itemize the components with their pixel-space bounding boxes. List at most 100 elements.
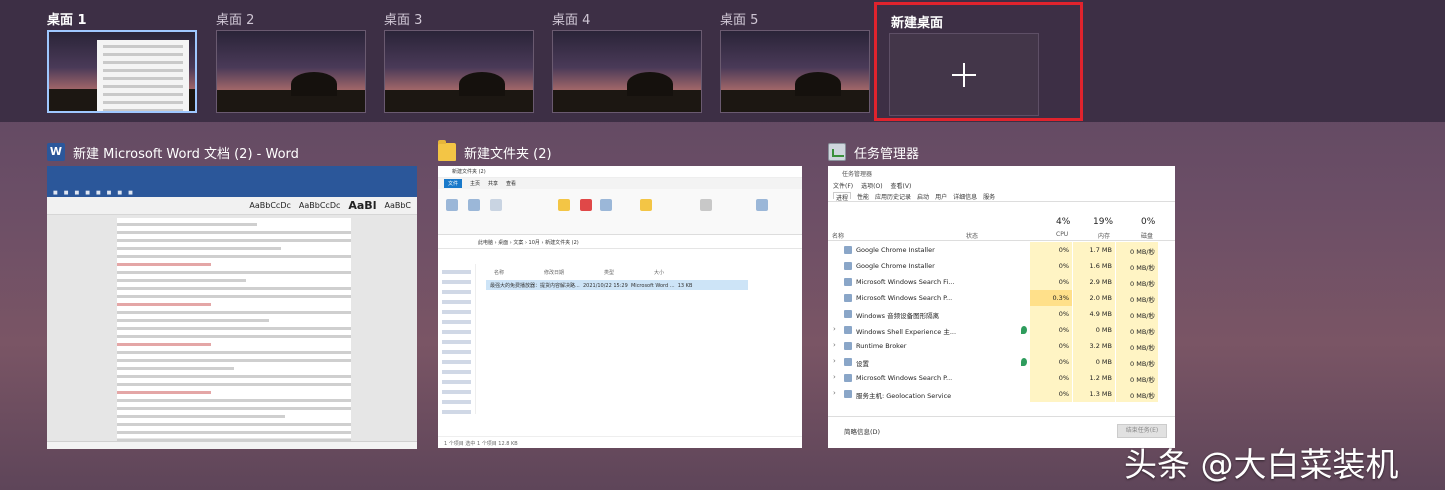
process-cpu: 0.3%	[1030, 290, 1072, 306]
desktop-label: 桌面 3	[384, 13, 423, 28]
column-header[interactable]: 类型	[604, 269, 614, 278]
process-cpu: 0%	[1030, 338, 1072, 354]
window-preview	[97, 40, 189, 111]
process-disk: 0 MB/秒	[1116, 322, 1158, 338]
process-icon	[844, 278, 852, 286]
process-cpu: 0%	[1030, 274, 1072, 290]
ribbon-tab[interactable]: 查看	[506, 180, 516, 187]
tab-details[interactable]: 详细信息	[953, 192, 977, 201]
explorer-inner-title: 新建文件夹 (2)	[438, 166, 802, 178]
column-header[interactable]: 修改日期	[544, 269, 564, 278]
end-task-button[interactable]: 结束任务(E)	[1117, 424, 1167, 438]
process-row[interactable]: › 服务主机: Geolocation Service 0% 1.3 MB 0 MB/秒	[828, 386, 1175, 402]
process-disk: 0 MB/秒	[1116, 242, 1158, 258]
process-row[interactable]: Google Chrome Installer 0% 1.6 MB 0 MB/秒	[828, 258, 1175, 274]
process-icon	[844, 374, 852, 382]
process-cpu: 0%	[1030, 306, 1072, 322]
fewer-details-button[interactable]: 简略信息(D)	[844, 426, 880, 436]
column-cpu[interactable]: CPU	[1056, 231, 1068, 238]
column-header[interactable]: 名称	[494, 269, 504, 278]
folder-icon	[438, 140, 456, 161]
expand-chevron-icon[interactable]: ›	[833, 389, 836, 397]
process-memory: 4.9 MB	[1073, 306, 1115, 322]
menu-item[interactable]: 查看(V)	[891, 181, 912, 190]
ribbon-tab[interactable]: 文件	[444, 179, 463, 188]
desktop-label: 桌面 2	[216, 13, 255, 28]
process-disk: 0 MB/秒	[1116, 274, 1158, 290]
column-name[interactable]: 名称	[832, 231, 844, 240]
tab-processes[interactable]: 进程	[833, 192, 852, 202]
desktop-thumbnail[interactable]	[384, 30, 534, 113]
process-disk: 0 MB/秒	[1116, 370, 1158, 386]
address-bar[interactable]: 此电脑 › 桌面 › 文案 › 10月 › 新建文件夹 (2)	[438, 235, 802, 249]
desktop-thumbnail[interactable]	[216, 30, 366, 113]
new-desktop-button[interactable]	[889, 33, 1039, 116]
file-type: Microsoft Word ...	[630, 283, 675, 289]
process-row[interactable]: Google Chrome Installer 0% 1.7 MB 0 MB/秒	[828, 242, 1175, 258]
tab-app-history[interactable]: 应用历史记录	[875, 192, 911, 201]
process-memory: 2.9 MB	[1073, 274, 1115, 290]
menu-item[interactable]: 文件(F)	[833, 181, 853, 190]
process-cpu: 0%	[1030, 258, 1072, 274]
process-icon	[844, 310, 852, 318]
process-cpu: 0%	[1030, 242, 1072, 258]
tab-startup[interactable]: 启动	[917, 192, 929, 201]
process-memory: 1.2 MB	[1073, 370, 1115, 386]
new-desktop[interactable]: 新建桌面	[874, 2, 1083, 121]
process-name: Windows 音频设备图形隔离	[856, 312, 940, 320]
process-row[interactable]: Windows 音频设备图形隔离 0% 4.9 MB 0 MB/秒	[828, 306, 1175, 322]
desktop-label: 桌面 4	[552, 13, 591, 28]
process-row[interactable]: › 设置 0% 0 MB 0 MB/秒	[828, 354, 1175, 370]
new-desktop-label: 新建桌面	[891, 16, 944, 31]
window-preview-word[interactable]: ■ ■ ■ ■ ■ ■ ■ ■ AaBbCcDc AaBbCcDc AaBl AaBbC	[47, 166, 417, 449]
expand-chevron-icon[interactable]: ›	[833, 325, 836, 333]
file-date: 2021/10/22 15:29	[582, 283, 628, 289]
process-disk: 0 MB/秒	[1116, 258, 1158, 274]
expand-chevron-icon[interactable]: ›	[833, 341, 836, 349]
process-row[interactable]: › Windows Shell Experience 主... 0% 0 MB 0 MB…	[828, 322, 1175, 338]
process-memory: 0 MB	[1073, 322, 1115, 338]
window-title: 新建文件夹 (2)	[464, 146, 552, 162]
file-row[interactable]: 最强大的免费播放器：提货内容解决路... 2021/10/22 15:29 Mi…	[486, 280, 748, 290]
process-disk: 0 MB/秒	[1116, 354, 1158, 370]
process-memory: 3.2 MB	[1073, 338, 1115, 354]
process-icon	[844, 246, 852, 254]
desktop-thumbnail[interactable]	[47, 30, 197, 113]
window-title: 任务管理器	[854, 146, 920, 162]
process-row[interactable]: › Microsoft Windows Search P... 0% 1.2 MB 0 …	[828, 370, 1175, 386]
process-icon	[844, 390, 852, 398]
column-header[interactable]: 大小	[654, 269, 664, 278]
column-headers: 名称 状态 4% CPU 19% 内存 0% 磁盘	[828, 214, 1175, 241]
expand-chevron-icon[interactable]: ›	[833, 373, 836, 381]
process-disk: 0 MB/秒	[1116, 306, 1158, 322]
desktop-thumbnail[interactable]	[552, 30, 702, 113]
process-memory: 1.6 MB	[1073, 258, 1115, 274]
word-icon: W	[47, 143, 65, 161]
process-memory: 2.0 MB	[1073, 290, 1115, 306]
column-disk[interactable]: 磁盘	[1141, 231, 1153, 240]
tab-services[interactable]: 服务	[983, 192, 995, 201]
process-row[interactable]: Microsoft Windows Search Fi... 0% 2.9 MB 0 …	[828, 274, 1175, 290]
window-preview-task-manager[interactable]: 任务管理器 文件(F) 选项(O) 查看(V) 进程 性能 应用历史记录 启动 …	[828, 166, 1175, 448]
process-disk: 0 MB/秒	[1116, 290, 1158, 306]
desktop-thumbnail[interactable]	[720, 30, 870, 113]
desktop-label: 桌面 5	[720, 13, 759, 28]
tab-performance[interactable]: 性能	[857, 192, 869, 201]
process-name: 服务主机: Geolocation Service	[856, 392, 952, 400]
plus-icon	[952, 62, 976, 87]
process-name: Google Chrome Installer	[856, 246, 935, 254]
column-memory[interactable]: 内存	[1098, 231, 1110, 240]
column-status[interactable]: 状态	[966, 231, 978, 240]
ribbon-tab[interactable]: 共享	[488, 180, 498, 187]
process-row[interactable]: › Runtime Broker 0% 3.2 MB 0 MB/秒	[828, 338, 1175, 354]
menu-item[interactable]: 选项(O)	[861, 181, 882, 190]
memory-percent: 19%	[1093, 217, 1114, 227]
status-bar: 1 个项目 选中 1 个项目 12.8 KB	[438, 436, 802, 448]
expand-chevron-icon[interactable]: ›	[833, 357, 836, 365]
process-row[interactable]: Microsoft Windows Search P... 0.3% 2.0 MB 0…	[828, 290, 1175, 306]
process-disk: 0 MB/秒	[1116, 338, 1158, 354]
ribbon-tab[interactable]: 主页	[470, 180, 480, 187]
process-cpu: 0%	[1030, 386, 1072, 402]
tab-users[interactable]: 用户	[935, 192, 947, 201]
window-preview-explorer[interactable]: 新建文件夹 (2) 文件 主页 共享 查看 此电脑 › 桌面 › 文案 › 10…	[438, 166, 802, 448]
